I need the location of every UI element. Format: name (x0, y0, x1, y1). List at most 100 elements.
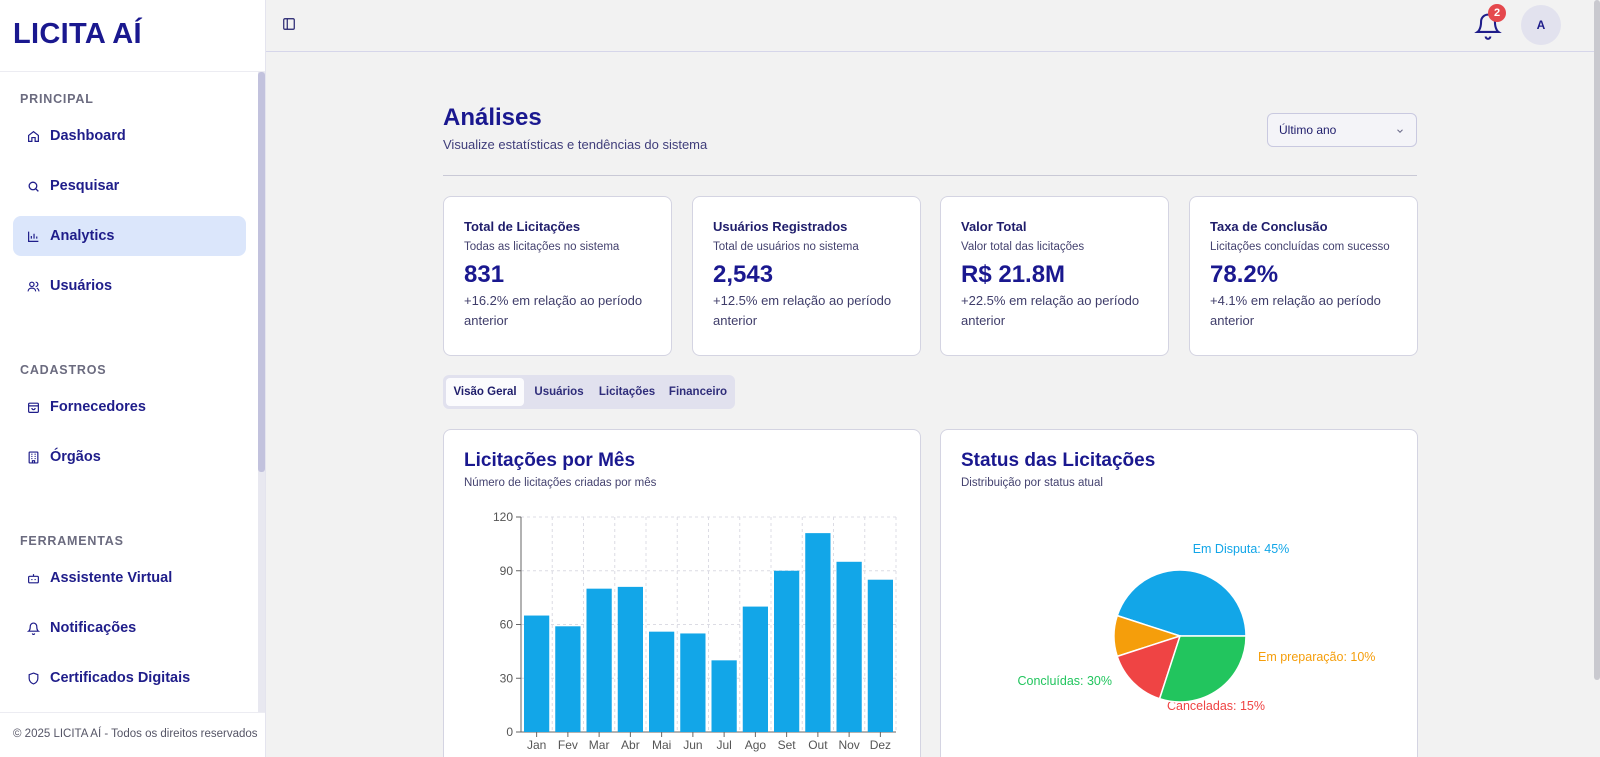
stat-title: Taxa de Conclusão (1210, 219, 1328, 234)
x-tick-label: Mai (652, 738, 671, 752)
bar-jul[interactable] (711, 660, 737, 732)
shopping-bag-icon (26, 400, 40, 414)
bar-ago[interactable] (742, 606, 768, 732)
y-tick-label: 120 (493, 510, 513, 524)
bar-dez[interactable] (867, 579, 893, 732)
tab-licitacoes[interactable]: Licitações (593, 378, 661, 406)
sidebar-item-fornecedores[interactable]: Fornecedores (13, 387, 246, 427)
analytics-tabs: Visão Geral Usuários Licitações Financei… (443, 375, 735, 409)
stat-description: Todas as licitações no sistema (464, 241, 620, 253)
sidebar-item-pesquisar[interactable]: Pesquisar (13, 166, 246, 206)
stat-description: Total de usuários no sistema (713, 241, 859, 253)
sidebar-scrollbar-thumb[interactable] (258, 72, 265, 472)
section-title-ferramentas: FERRAMENTAS (20, 534, 124, 548)
sidebar-item-assistente-virtual[interactable]: Assistente Virtual (13, 558, 246, 598)
bot-icon (26, 571, 40, 585)
bar-chart-icon (26, 229, 40, 243)
x-tick-label: Ago (745, 738, 767, 752)
sidebar-item-label: Certificados Digitais (50, 670, 191, 686)
sidebar-item-usuarios[interactable]: Usuários (13, 266, 246, 306)
bell-icon (26, 621, 40, 635)
home-icon (26, 129, 40, 143)
sidebar-item-dashboard[interactable]: Dashboard (13, 116, 246, 156)
stat-change: +4.1% em relação ao período anterior (1210, 293, 1381, 328)
y-tick-label: 0 (506, 725, 513, 739)
x-tick-label: Set (778, 738, 797, 752)
sidebar-item-label: Fornecedores (50, 399, 146, 415)
bar-jan[interactable] (524, 615, 550, 732)
y-tick-label: 60 (500, 618, 514, 632)
pie-slice-label: Em Disputa: 45% (1193, 542, 1290, 556)
tab-financeiro[interactable]: Financeiro (664, 378, 732, 406)
section-title-cadastros: CADASTROS (20, 363, 107, 377)
sidebar-item-label: Usuários (50, 278, 113, 294)
stat-value: 78.2% (1210, 261, 1279, 288)
bar-chart: 0 30 60 90 120 Jan Fev Mar Abr Mai Jun Jul Ago Set Out… (493, 510, 897, 752)
sidebar-item-label: Notificações (50, 620, 137, 636)
pie-slice-label: Em preparação: 10% (1258, 650, 1375, 664)
sidebar-item-certificados-digitais[interactable]: Certificados Digitais (13, 658, 246, 698)
sidebar-item-notificacoes[interactable]: Notificações (13, 608, 246, 648)
user-avatar[interactable]: A (1521, 5, 1561, 45)
stat-change: +12.5% em relação ao período anterior (713, 293, 892, 328)
pie-chart-card: Status das Licitações Distribuição por s… (940, 429, 1418, 757)
x-tick-label: Jun (683, 738, 702, 752)
users-icon (26, 279, 40, 293)
bar-chart-card: Licitações por Mês Número de licitações … (443, 429, 921, 757)
bar-nov[interactable] (836, 561, 862, 732)
notification-count-badge: 2 (1488, 4, 1506, 22)
x-tick-label: Out (808, 738, 828, 752)
stat-description: Licitações concluídas com sucesso (1210, 241, 1390, 253)
stat-card-licitacoes: Total de Licitações Todas as licitações … (443, 196, 672, 356)
stat-title: Usuários Registrados (713, 219, 848, 234)
stat-change: +16.2% em relação ao período anterior (464, 293, 643, 328)
bar-mai[interactable] (649, 631, 675, 732)
x-tick-label: Dez (870, 738, 891, 752)
stat-description: Valor total das licitações (961, 241, 1085, 253)
top-header: 2 A (266, 0, 1600, 52)
sidebar-item-analytics[interactable]: Analytics (13, 216, 246, 256)
x-tick-label: Fev (558, 738, 578, 752)
stat-card-valor-total: Valor Total Valor total das licitações R… (940, 196, 1169, 356)
stat-value: 2,543 (713, 261, 774, 288)
sidebar-toggle-icon[interactable] (282, 17, 298, 33)
page-subtitle: Visualize estatísticas e tendências do s… (443, 137, 708, 152)
sidebar-footer: © 2025 LICITA AÍ - Todos os direitos res… (0, 712, 265, 757)
sidebar-scrollbar[interactable] (258, 72, 265, 712)
header-divider (443, 175, 1417, 176)
section-title-principal: PRINCIPAL (20, 92, 94, 106)
bar-abr[interactable] (617, 586, 643, 732)
tab-visao-geral[interactable]: Visão Geral (446, 378, 524, 406)
period-select[interactable]: Último ano (1267, 113, 1417, 147)
search-icon (26, 179, 40, 193)
x-tick-label: Jul (716, 738, 731, 752)
bar-jun[interactable] (680, 633, 706, 732)
sidebar-item-label: Analytics (50, 228, 115, 244)
sidebar: LICITA AÍ PRINCIPAL Dashboard Pesquisar … (0, 0, 266, 757)
sidebar-item-orgaos[interactable]: Órgãos (13, 437, 246, 477)
brand-logo[interactable]: LICITA AÍ (0, 0, 265, 72)
period-select-value: Último ano (1279, 123, 1337, 137)
stat-card-taxa-conclusao: Taxa de Conclusão Licitações concluídas … (1189, 196, 1418, 356)
bar-fev[interactable] (555, 626, 581, 732)
stat-change: +22.5% em relação ao período anterior (961, 293, 1140, 328)
building-icon (26, 450, 40, 464)
sidebar-item-label: Órgãos (50, 449, 101, 465)
bar-mar[interactable] (586, 588, 612, 732)
x-tick-label: Abr (621, 738, 640, 752)
chevron-down-icon (1395, 125, 1405, 135)
bar-out[interactable] (805, 533, 831, 732)
stat-title: Valor Total (961, 219, 1027, 234)
y-tick-label: 30 (500, 671, 514, 685)
y-tick-label: 90 (500, 564, 514, 578)
stat-value: R$ 21.8M (961, 261, 1066, 288)
sidebar-item-label: Dashboard (50, 128, 126, 144)
tab-usuarios[interactable]: Usuários (528, 378, 590, 406)
page-scrollbar[interactable] (1594, 0, 1600, 680)
sidebar-nav: PRINCIPAL Dashboard Pesquisar Analytics … (0, 72, 258, 712)
x-tick-label: Mar (589, 738, 610, 752)
x-tick-label: Jan (527, 738, 546, 752)
bar-set[interactable] (774, 570, 800, 732)
stat-card-usuarios: Usuários Registrados Total de usuários n… (692, 196, 921, 356)
shield-icon (26, 671, 40, 685)
